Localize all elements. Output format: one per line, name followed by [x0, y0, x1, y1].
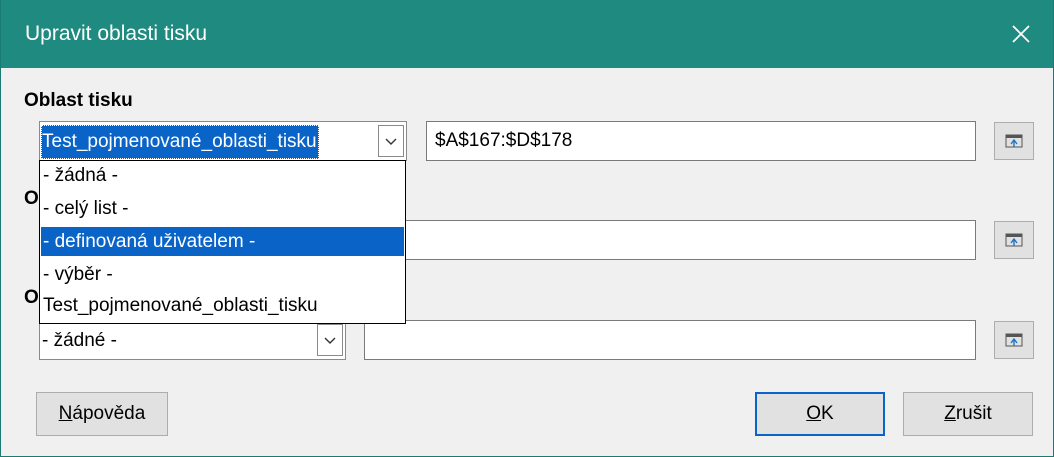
print-range-input[interactable]: $A$167:$D$178: [426, 121, 976, 161]
columns-repeat-shrink-button[interactable]: [994, 321, 1034, 359]
columns-repeat-combo-value: - žádné -: [42, 330, 117, 351]
print-range-dropdown-list: - žádná - - celý list - - definovaná uži…: [39, 160, 406, 324]
dialog-title: Upravit oblasti tisku: [25, 22, 208, 45]
chevron-down-icon: [385, 138, 397, 145]
dropdown-option-entire-sheet[interactable]: - celý list -: [41, 194, 404, 223]
dropdown-option-selection[interactable]: - výběr -: [41, 260, 404, 289]
print-ranges-dialog: Upravit oblasti tisku Oblast tisku Test_…: [0, 0, 1054, 457]
close-button[interactable]: [989, 0, 1053, 68]
print-range-combo-value: Test_pojmenované_oblasti_tisku: [41, 125, 319, 159]
title-bar: Upravit oblasti tisku: [1, 0, 1053, 68]
ok-button-mnemonic: O: [806, 403, 822, 424]
ok-button[interactable]: OK: [755, 392, 885, 436]
dropdown-option-none[interactable]: - žádná -: [41, 161, 404, 190]
dropdown-option-user-defined[interactable]: - definovaná uživatelem -: [41, 227, 404, 256]
help-button-label: ápověda: [72, 403, 146, 424]
chevron-down-icon: [324, 337, 336, 344]
dropdown-option-named-range[interactable]: Test_pojmenované_oblasti_tisku: [41, 291, 404, 320]
shrink-dialog-icon: [1005, 233, 1023, 247]
print-range-shrink-button[interactable]: [994, 122, 1034, 160]
print-range-combo[interactable]: Test_pojmenované_oblasti_tisku: [39, 121, 407, 161]
cancel-button-mnemonic: Z: [944, 403, 956, 424]
ok-button-label: K: [821, 403, 834, 424]
help-button[interactable]: Nápověda: [36, 392, 168, 436]
rows-repeat-label: O: [24, 188, 39, 209]
shrink-dialog-icon: [1005, 134, 1023, 148]
rows-repeat-shrink-button[interactable]: [994, 221, 1034, 259]
columns-repeat-combo-arrow[interactable]: [317, 324, 343, 356]
rows-repeat-input[interactable]: [364, 220, 976, 260]
columns-repeat-combo[interactable]: - žádné -: [39, 320, 346, 360]
cancel-button-label: rušit: [955, 403, 992, 424]
columns-repeat-input[interactable]: [364, 320, 976, 360]
shrink-dialog-icon: [1005, 333, 1023, 347]
print-range-label: Oblast tisku: [24, 90, 133, 111]
cancel-button[interactable]: Zrušit: [903, 392, 1033, 436]
print-range-combo-arrow[interactable]: [378, 125, 404, 157]
help-button-mnemonic: N: [58, 403, 73, 424]
columns-repeat-label: O: [24, 287, 39, 308]
close-icon: [1012, 25, 1030, 43]
